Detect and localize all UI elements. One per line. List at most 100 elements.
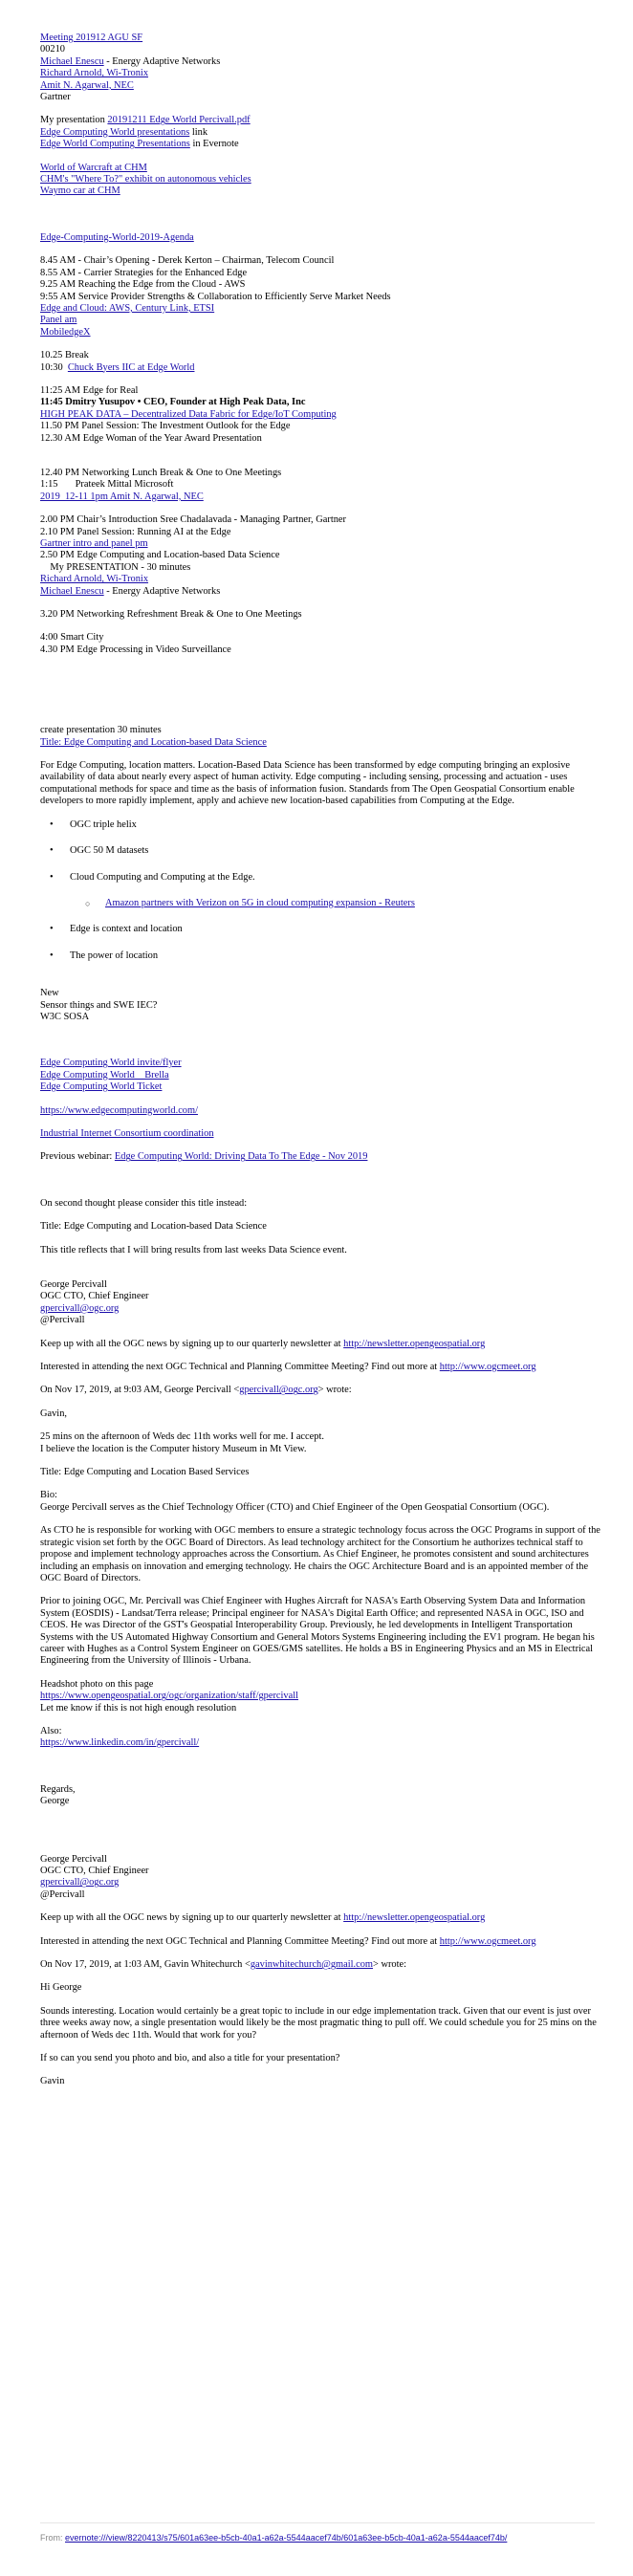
email-line: 25 mins on the afternoon of Weds dec 11t…: [40, 1431, 324, 1443]
chm-where-to-link[interactable]: CHM's "Where To?" exhibit on autonomous …: [40, 174, 251, 185]
agenda-line: 4.30 PM Edge Processing in Video Surveil…: [40, 644, 231, 655]
email-line: Title: Edge Computing and Location-based…: [40, 1221, 267, 1233]
staff-page-link[interactable]: https://www.opengeospatial.org/ogc/organ…: [40, 1691, 298, 1701]
amazon-verizon-link[interactable]: Amazon partners with Verizon on 5G in cl…: [105, 898, 415, 908]
agenda-line: My PRESENTATION - 30 minutes: [40, 561, 191, 573]
meeting-line: Interested in attending the next OGC Tec…: [40, 1936, 604, 1948]
michael-org: - Energy Adaptive Networks: [103, 585, 221, 597]
gartner-panel-link[interactable]: Gartner intro and panel pm: [40, 538, 148, 549]
chm-waymo-link[interactable]: Waymo car at CHM: [40, 186, 120, 196]
list-item: Edge is context and location: [40, 924, 604, 936]
high-peak-link[interactable]: HIGH PEAK DATA – Decentralized Data Fabr…: [40, 409, 337, 420]
agenda-line: 9.25 AM Reaching the Edge from the Cloud…: [40, 279, 246, 291]
amit-session-link[interactable]: 2019_12-11 1pm Amit N. Agarwal, NEC: [40, 491, 204, 502]
evernote-presentations-link[interactable]: Edge World Computing Presentations: [40, 139, 190, 149]
agenda-chuck-line: 10:30 Chuck Byers IIC at Edge World: [40, 362, 604, 374]
meeting-prefix: Interested in attending the next OGC Tec…: [40, 1362, 440, 1373]
newsletter-prefix: Keep up with all the OGC news by signing…: [40, 1912, 344, 1924]
email-sign: Gavin: [40, 2076, 65, 2087]
agenda-line: 11:25 AM Edge for Real: [40, 384, 139, 396]
abstract-paragraph: For Edge Computing, location matters. Lo…: [40, 760, 575, 807]
resolution-note: Let me know if this is not high enough r…: [40, 1702, 237, 1714]
email-line: I believe the location is the Computer h…: [40, 1443, 307, 1454]
panel-am-link[interactable]: Panel am: [40, 315, 76, 325]
email-body: Sounds interesting. Location would certa…: [40, 2005, 597, 2041]
evernote-source-link[interactable]: evernote:///view/8220413/s75/601a63ee-b5…: [65, 2533, 507, 2543]
michael-enescu-link[interactable]: Michael Enescu: [40, 586, 104, 597]
edge-cloud-link[interactable]: Edge and Cloud: AWS, Century Link, ETSI: [40, 303, 214, 314]
contact-line-michael: Michael Enescu - Energy Adaptive Network…: [40, 56, 604, 68]
ticket-link[interactable]: Edge Computing World Ticket: [40, 1081, 162, 1092]
signature-email-link[interactable]: gpercivall@ogc.org: [40, 1877, 119, 1888]
brella-link[interactable]: Edge Computing World Brella: [40, 1070, 169, 1081]
wrote-prefix: On Nov 17, 2019, at 1:03 AM, Gavin White…: [40, 1959, 251, 1971]
chuck-byers-link[interactable]: Chuck Byers IIC at Edge World: [68, 362, 195, 373]
presentation-prefix: My presentation: [40, 115, 108, 126]
wrote-line: On Nov 17, 2019, at 9:03 AM, George Perc…: [40, 1385, 604, 1396]
mobiledgex-link[interactable]: MobiledgeX: [40, 327, 91, 338]
meeting-prefix: Interested in attending the next OGC Tec…: [40, 1935, 440, 1947]
wrote-line: On Nov 17, 2019, at 1:03 AM, Gavin White…: [40, 1959, 604, 1971]
contact-amit-link[interactable]: Amit N. Agarwal, NEC: [40, 80, 134, 91]
agenda-line: 2.00 PM Chair’s Introduction Sree Chadal…: [40, 514, 346, 526]
signature-email-link[interactable]: gpercivall@ogc.org: [40, 1303, 119, 1314]
ecw-site-link[interactable]: https://www.edgecomputingworld.com/: [40, 1105, 198, 1116]
regards-name: George: [40, 1796, 70, 1807]
agenda-line: 11.50 PM Panel Session: The Investment O…: [40, 421, 291, 432]
list-item: OGC 50 M datasets: [40, 845, 604, 858]
meeting-link[interactable]: Meeting 201912 AGU SF: [40, 33, 142, 43]
webinar-link[interactable]: Edge Computing World: Driving Data To Th…: [115, 1151, 368, 1162]
also-label: Also:: [40, 1725, 62, 1736]
richard-arnold-link[interactable]: Richard Arnold, Wi-Tronix: [40, 574, 148, 584]
newsletter-link[interactable]: http://newsletter.opengeospatial.org: [343, 1912, 485, 1923]
signature-handle: @Percivall: [40, 1315, 85, 1326]
contact-richard-link[interactable]: Richard Arnold, Wi-Tronix: [40, 68, 148, 78]
bio-paragraph: Prior to joining OGC, Mr. Percivall was …: [40, 1596, 595, 1667]
newsletter-prefix: Keep up with all the OGC news by signing…: [40, 1338, 344, 1349]
title-link[interactable]: Title: Edge Computing and Location-based…: [40, 737, 267, 748]
bio-label: Bio:: [40, 1490, 57, 1501]
wrote-email-link[interactable]: gpercivall@ogc.org: [239, 1385, 317, 1395]
ogcmeet-link[interactable]: http://www.ogcmeet.org: [440, 1936, 536, 1947]
wrote-email-link[interactable]: gavinwhitechurch@gmail.com: [251, 1959, 373, 1970]
ecw-presentations-link[interactable]: Edge Computing World presentations: [40, 127, 189, 138]
agenda-line: 3.20 PM Networking Refreshment Break & O…: [40, 609, 302, 621]
agenda-line: 2.50 PM Edge Computing and Location-base…: [40, 550, 280, 561]
note-body: Meeting 201912 AGU SF 00210 Michael Enes…: [40, 33, 604, 2088]
email-line: If so can you send you photo and bio, an…: [40, 2053, 340, 2064]
list-item: OGC triple helix: [40, 819, 604, 832]
agenda-line: 9:55 AM Service Provider Strengths & Col…: [40, 291, 391, 302]
email-line: This title reflects that I will bring re…: [40, 1244, 347, 1255]
agenda-line-bold: 11:45 Dmitry Yusupov • CEO, Founder at H…: [40, 397, 306, 408]
wrote-prefix: On Nov 17, 2019, at 9:03 AM, George Perc…: [40, 1385, 240, 1396]
linkedin-link[interactable]: https://www.linkedin.com/in/gpercivall/: [40, 1737, 199, 1748]
email-greeting: Hi George: [40, 1982, 82, 1994]
create-line: create presentation 30 minutes: [40, 725, 162, 736]
agenda-line: 8.45 AM - Chair’s Opening - Derek Kerton…: [40, 255, 335, 267]
topic-bullets: OGC triple helix OGC 50 M datasets Cloud…: [40, 819, 604, 884]
signature-role: OGC CTO, Chief Engineer: [40, 1291, 149, 1302]
contact-org-gartner: Gartner: [40, 92, 71, 103]
topic-bullets-2: Edge is context and location The power o…: [40, 924, 604, 962]
agenda-line: 1:15 Prateek Mittal Microsoft: [40, 479, 174, 491]
signature-handle: @Percivall: [40, 1888, 85, 1900]
iic-link[interactable]: Industrial Internet Consortium coordinat…: [40, 1128, 214, 1139]
email-greeting: Gavin,: [40, 1408, 67, 1419]
meeting-line: Interested in attending the next OGC Tec…: [40, 1362, 604, 1373]
agenda-link[interactable]: Edge-Computing-World-2019-Agenda: [40, 232, 194, 243]
wrote-suffix: > wrote:: [372, 1959, 406, 1971]
email-line: On second thought please consider this t…: [40, 1197, 248, 1209]
invite-flyer-link[interactable]: Edge Computing World invite/flyer: [40, 1058, 182, 1068]
agenda-michael-line: Michael Enescu - Energy Adaptive Network…: [40, 586, 604, 598]
headshot-line: Headshot photo on this page: [40, 1678, 154, 1690]
evernote-suffix: in Evernote: [189, 139, 239, 150]
presentation-file-link[interactable]: 20191211 Edge World Percivall.pdf: [107, 115, 250, 125]
ecw-line: Edge Computing World presentations link: [40, 127, 604, 139]
contact-michael-link[interactable]: Michael Enescu: [40, 56, 104, 67]
sub-bullets: Amazon partners with Verizon on 5G in cl…: [40, 898, 604, 910]
list-item: Amazon partners with Verizon on 5G in cl…: [40, 898, 604, 910]
agenda-line: 2.10 PM Panel Session: Running AI at the…: [40, 526, 231, 537]
ogcmeet-link[interactable]: http://www.ogcmeet.org: [440, 1362, 536, 1372]
newsletter-link[interactable]: http://newsletter.opengeospatial.org: [343, 1339, 485, 1349]
chm-warcraft-link[interactable]: World of Warcraft at CHM: [40, 163, 147, 173]
